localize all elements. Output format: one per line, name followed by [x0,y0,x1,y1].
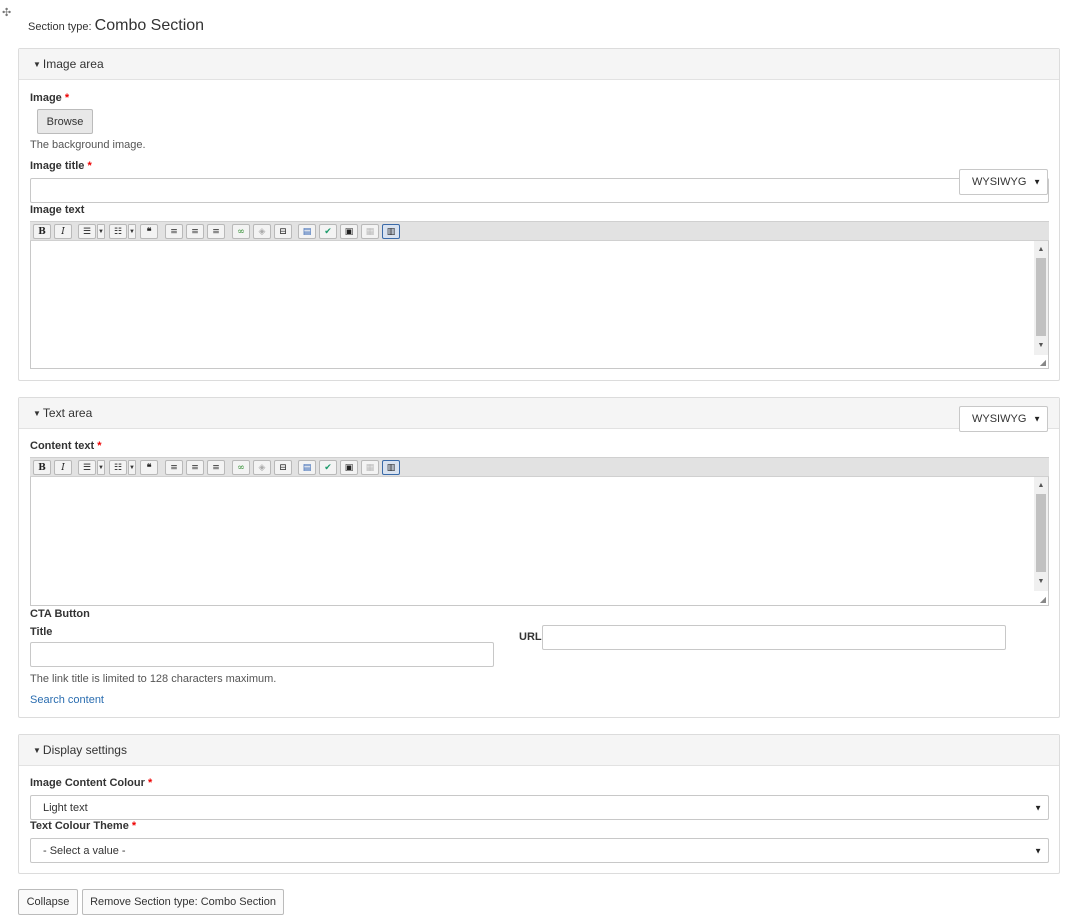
bold-icon[interactable]: B [33,460,51,475]
link-icon[interactable]: ∞ [232,460,250,475]
editor-scrollbar[interactable]: ▲ ▼ [1034,241,1048,355]
italic-icon[interactable]: I [54,460,72,475]
scroll-up-icon: ▲ [1037,245,1045,253]
page-break-icon[interactable]: ⊟ [274,224,292,239]
resize-grip-icon[interactable]: ◢ [1040,595,1046,604]
scroll-up-icon: ▲ [1037,481,1045,489]
blockquote-icon[interactable]: ❝ [140,460,158,475]
unlink-icon[interactable]: ◈ [253,224,271,239]
image-title-input[interactable] [30,178,1049,203]
align-left-icon[interactable]: ≡ [165,460,183,475]
cta-button-label: CTA Button [30,608,90,620]
chevron-down-icon: ▼ [1034,846,1042,855]
section-type-value: Combo Section [94,17,205,34]
align-center-icon[interactable]: ≡ [186,460,204,475]
chevron-down-icon: ▼ [1033,414,1041,424]
image-icon[interactable]: ▣ [340,224,358,239]
cta-url-input[interactable] [542,625,1006,650]
numbered-list-dropdown-icon[interactable]: ▼ [128,224,136,239]
image-text-toolbar: B I ☰ ▼ ☷ ▼ ❝ ≡ ≡ ≡ ∞ ◈ ⊟ ▤ ✔ ▣ ▦ ▥ [30,221,1049,241]
chevron-down-icon: ▼ [1034,803,1042,812]
collapse-triangle-icon: ▼ [33,409,41,418]
section-type-label: Section type: [28,21,92,33]
collapse-triangle-icon: ▼ [33,746,41,755]
image-content-colour-select[interactable]: Light text ▼ [30,795,1049,820]
content-text-label: Content text * [30,440,102,452]
image-text-editor[interactable]: ▲ ▼ ◢ [30,241,1049,369]
resize-grip-icon[interactable]: ◢ [1040,358,1046,367]
display-settings-legend[interactable]: ▼ Display settings [19,735,1059,766]
show-blocks-icon[interactable]: ▥ [382,460,400,475]
collapse-button[interactable]: Collapse [18,889,78,915]
italic-icon[interactable]: I [54,224,72,239]
cta-title-description: The link title is limited to 128 charact… [30,673,277,685]
section-type-heading: Section type: Combo Section [28,17,204,35]
text-area-fieldset: ▼ Text area WYSIWYG ▼ Content text * B I ☰… [18,397,1060,718]
align-left-icon[interactable]: ≡ [165,224,183,239]
spellcheck-icon[interactable]: ✔ [319,460,337,475]
align-right-icon[interactable]: ≡ [207,224,225,239]
numbered-list-icon[interactable]: ☷ [109,460,127,475]
table-icon[interactable]: ▦ [361,460,379,475]
editor-scrollbar[interactable]: ▲ ▼ [1034,477,1048,591]
image-area-legend[interactable]: ▼ Image area [19,49,1059,80]
align-center-icon[interactable]: ≡ [186,224,204,239]
align-right-icon[interactable]: ≡ [207,460,225,475]
image-title-label: Image title * [30,160,92,172]
cta-title-label: Title [30,626,53,638]
cta-url-label: URL [519,631,542,643]
search-content-link[interactable]: Search content [30,694,104,706]
table-icon[interactable]: ▦ [361,224,379,239]
bullet-list-icon[interactable]: ☰ [78,460,96,475]
bullet-list-dropdown-icon[interactable]: ▼ [97,460,105,475]
display-settings-fieldset: ▼ Display settings Image Content Colour *… [18,734,1060,874]
image-description: The background image. [30,139,146,151]
link-icon[interactable]: ∞ [232,224,250,239]
image-icon[interactable]: ▣ [340,460,358,475]
bold-icon[interactable]: B [33,224,51,239]
scroll-down-icon: ▼ [1037,577,1045,585]
image-text-format-select[interactable]: WYSIWYG ▼ [959,169,1048,195]
show-blocks-icon[interactable]: ▥ [382,224,400,239]
image-label: Image * [30,92,70,104]
chevron-down-icon: ▼ [1033,177,1041,187]
browse-button[interactable]: Browse [37,109,93,134]
numbered-list-icon[interactable]: ☷ [109,224,127,239]
bullet-list-icon[interactable]: ☰ [78,224,96,239]
collapse-triangle-icon: ▼ [33,60,41,69]
drag-handle-icon[interactable]: ✣ [2,6,11,19]
bullet-list-dropdown-icon[interactable]: ▼ [97,224,105,239]
remove-section-button[interactable]: Remove Section type: Combo Section [82,889,284,915]
unlink-icon[interactable]: ◈ [253,460,271,475]
content-text-toolbar: B I ☰ ▼ ☷ ▼ ❝ ≡ ≡ ≡ ∞ ◈ ⊟ ▤ ✔ ▣ ▦ ▥ [30,457,1049,477]
page-break-icon[interactable]: ⊟ [274,460,292,475]
numbered-list-dropdown-icon[interactable]: ▼ [128,460,136,475]
content-text-format-select[interactable]: WYSIWYG ▼ [959,406,1048,432]
scroll-thumb[interactable] [1036,258,1046,336]
template-icon[interactable]: ▤ [298,460,316,475]
scroll-thumb[interactable] [1036,494,1046,572]
content-text-editor[interactable]: ▲ ▼ ◢ [30,477,1049,606]
template-icon[interactable]: ▤ [298,224,316,239]
text-colour-theme-label: Text Colour Theme * [30,820,137,832]
image-content-colour-label: Image Content Colour * [30,777,153,789]
image-text-label: Image text [30,204,85,216]
blockquote-icon[interactable]: ❝ [140,224,158,239]
scroll-down-icon: ▼ [1037,341,1045,349]
image-area-fieldset: ▼ Image area Image * Browse The backgroun… [18,48,1060,381]
text-colour-theme-select[interactable]: - Select a value - ▼ [30,838,1049,863]
cta-title-input[interactable] [30,642,494,667]
text-area-legend[interactable]: ▼ Text area [19,398,1059,429]
spellcheck-icon[interactable]: ✔ [319,224,337,239]
